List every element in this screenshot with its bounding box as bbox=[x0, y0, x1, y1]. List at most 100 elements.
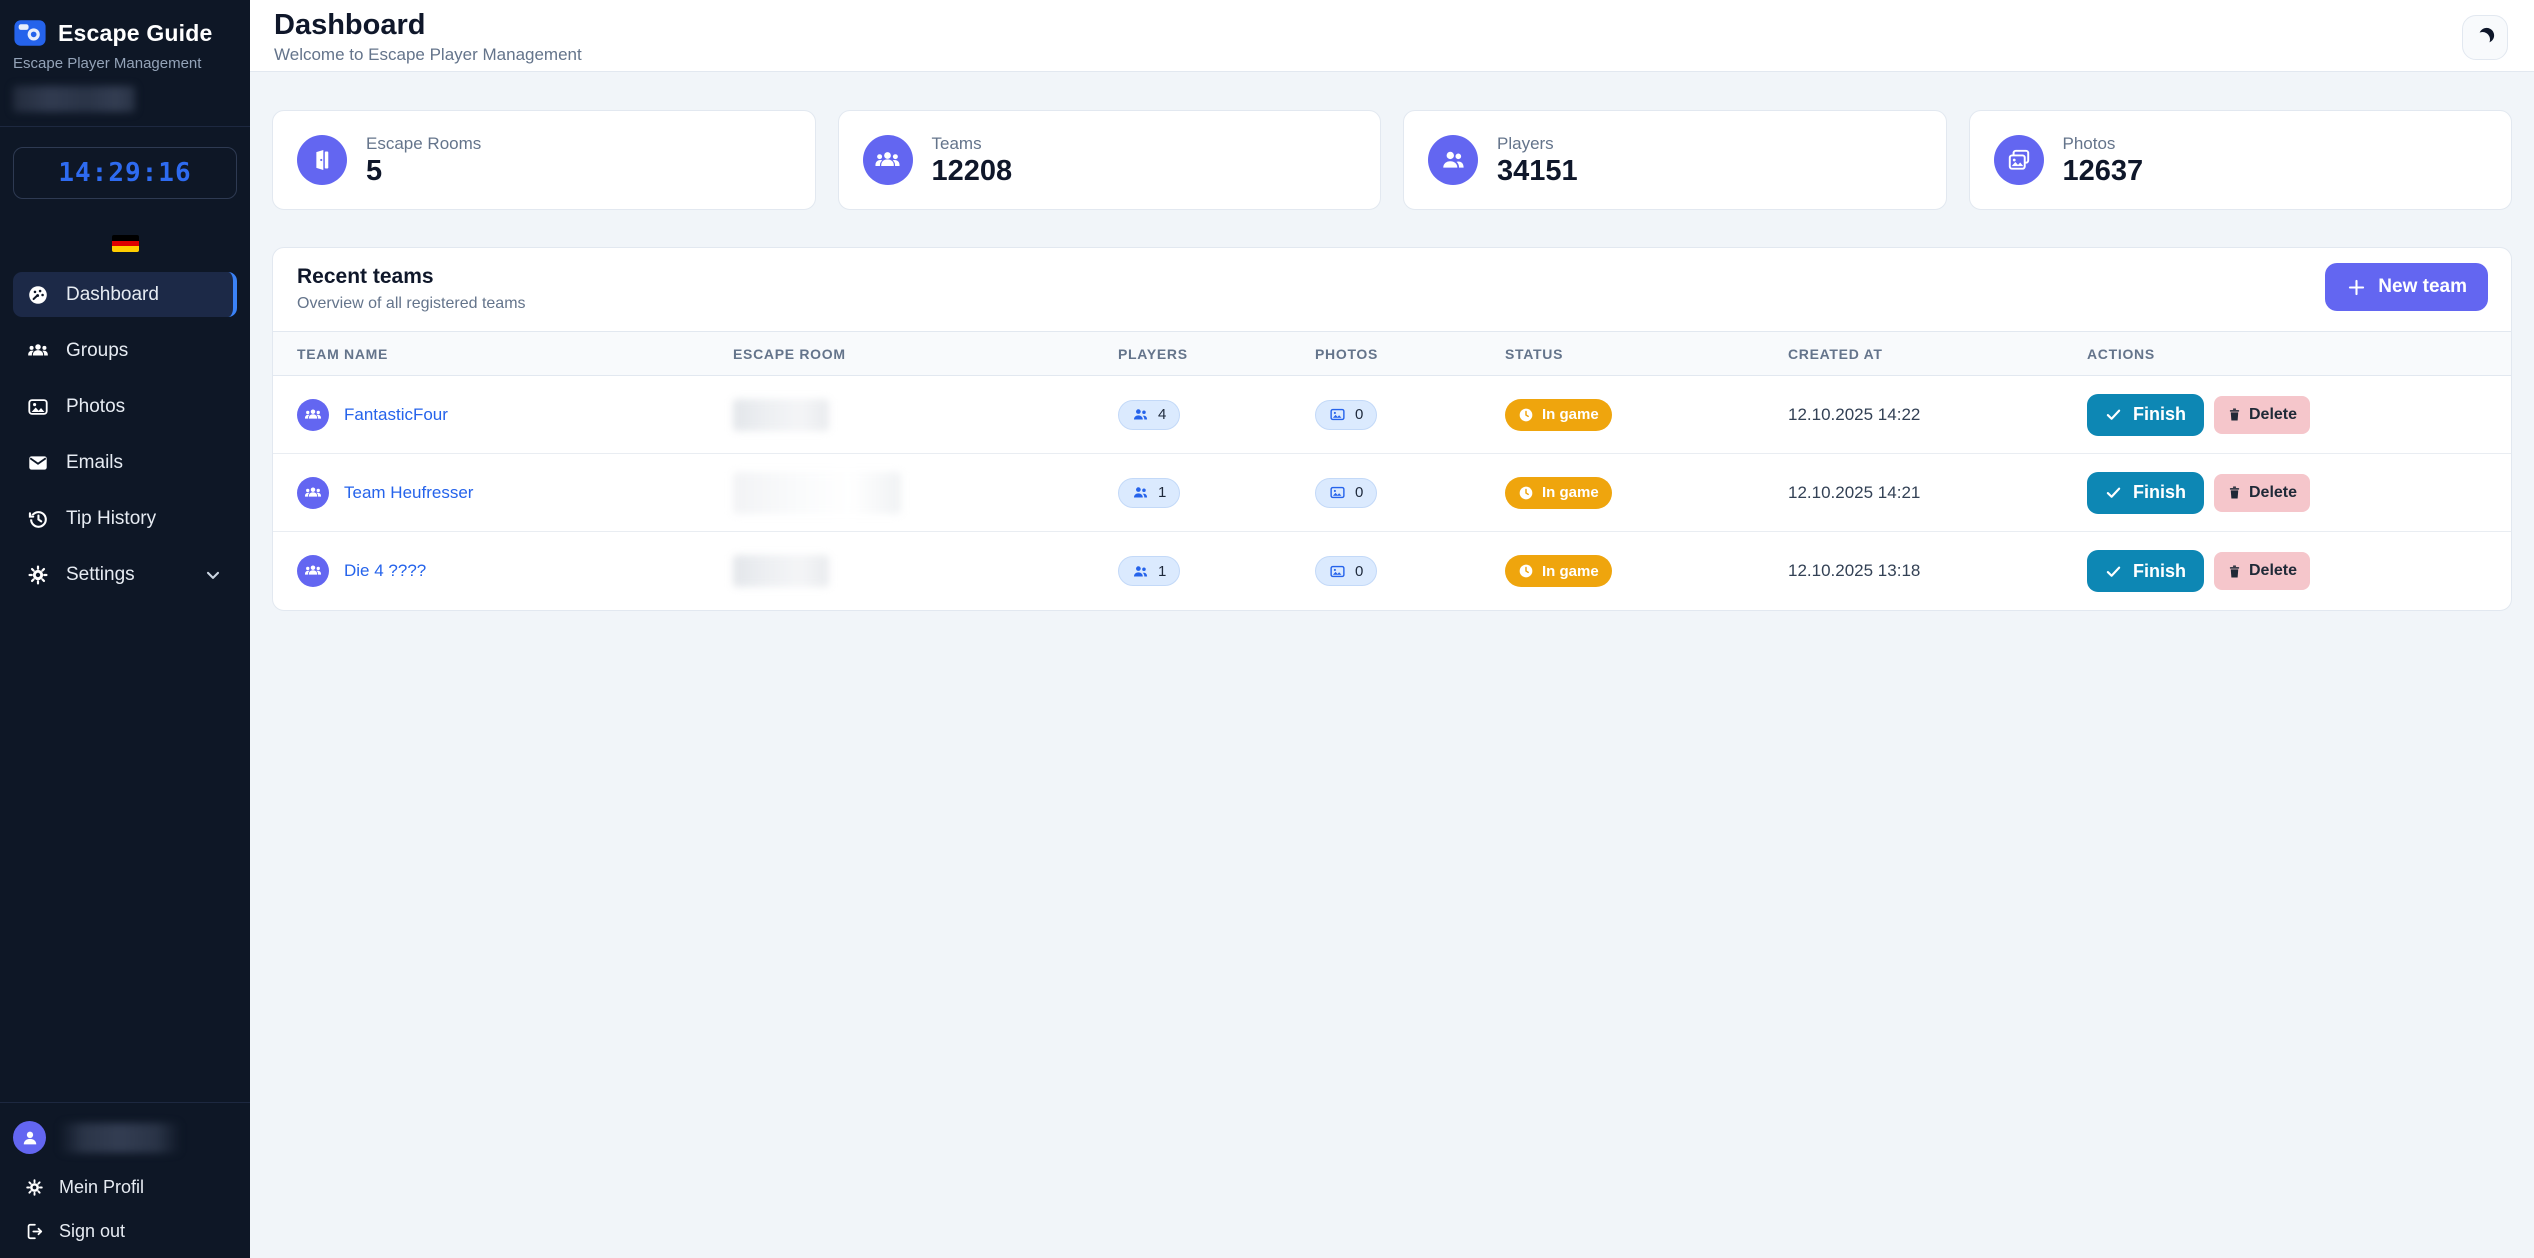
stat-value: 34151 bbox=[1497, 156, 1578, 186]
status-label: In game bbox=[1542, 406, 1599, 423]
sidebar-item-label: Tip History bbox=[66, 508, 156, 530]
sidebar-item-photos[interactable]: Photos bbox=[13, 384, 237, 429]
sidebar-item-emails[interactable]: Emails bbox=[13, 440, 237, 485]
photos-count: 0 bbox=[1355, 484, 1363, 501]
stat-label: Players bbox=[1497, 134, 1578, 154]
clock-icon bbox=[1518, 485, 1534, 501]
players-count: 1 bbox=[1158, 563, 1166, 580]
email-icon bbox=[27, 452, 49, 474]
history-icon bbox=[27, 508, 49, 530]
finish-button-label: Finish bbox=[2133, 561, 2186, 582]
delete-button[interactable]: Delete bbox=[2214, 474, 2310, 512]
stat-card-teams: Teams 12208 bbox=[838, 110, 1382, 210]
signout-icon bbox=[25, 1222, 44, 1241]
team-name-link[interactable]: Die 4 ???? bbox=[344, 561, 426, 581]
sidebar: Escape Guide Escape Player Management 14… bbox=[0, 0, 250, 1258]
chevron-down-icon bbox=[203, 565, 223, 585]
groups-icon bbox=[27, 340, 49, 362]
user-avatar bbox=[13, 1121, 46, 1154]
profile-link-label: Mein Profil bbox=[59, 1177, 144, 1198]
app-tagline: Escape Player Management bbox=[13, 55, 237, 72]
recent-teams-card: Recent teams Overview of all registered … bbox=[272, 247, 2512, 611]
trash-icon bbox=[2227, 564, 2242, 579]
stat-label: Photos bbox=[2063, 134, 2144, 154]
plus-icon bbox=[2346, 277, 2367, 298]
created-at: 12.10.2025 14:21 bbox=[1788, 483, 1920, 503]
status-label: In game bbox=[1542, 563, 1599, 580]
stat-card-photos: Photos 12637 bbox=[1969, 110, 2513, 210]
signout-link-label: Sign out bbox=[59, 1221, 125, 1242]
section-subtitle: Overview of all registered teams bbox=[297, 295, 2487, 313]
clock-icon bbox=[1518, 563, 1534, 579]
finish-button[interactable]: Finish bbox=[2087, 550, 2204, 592]
dark-mode-toggle-button[interactable] bbox=[2462, 15, 2508, 60]
gear-icon bbox=[25, 1178, 44, 1197]
new-team-button[interactable]: New team bbox=[2325, 263, 2488, 311]
sidebar-item-label: Groups bbox=[66, 340, 128, 362]
redacted-escape-room bbox=[733, 399, 829, 431]
finish-button-label: Finish bbox=[2133, 482, 2186, 503]
photo-icon bbox=[1329, 563, 1346, 580]
team-avatar-icon bbox=[297, 477, 329, 509]
sidebar-item-label: Photos bbox=[66, 396, 125, 418]
photos-count: 0 bbox=[1355, 406, 1363, 423]
col-actions: ACTIONS bbox=[2063, 346, 2511, 362]
german-flag-language-switch[interactable] bbox=[112, 235, 139, 252]
trash-icon bbox=[2227, 485, 2242, 500]
redacted-escape-room bbox=[733, 555, 829, 587]
stat-label: Escape Rooms bbox=[366, 134, 481, 154]
check-icon bbox=[2105, 484, 2122, 501]
players-count-badge: 1 bbox=[1118, 478, 1180, 508]
team-avatar-icon bbox=[297, 399, 329, 431]
finish-button[interactable]: Finish bbox=[2087, 394, 2204, 436]
signout-link[interactable]: Sign out bbox=[13, 1221, 237, 1242]
players-count-badge: 4 bbox=[1118, 400, 1180, 430]
content-area: Escape Rooms 5 Teams 12208 bbox=[250, 72, 2534, 611]
team-name-link[interactable]: Team Heufresser bbox=[344, 483, 473, 503]
table-row: FantasticFour 4 0 bbox=[273, 376, 2511, 454]
trash-icon bbox=[2227, 407, 2242, 422]
gear-icon bbox=[27, 564, 49, 586]
sidebar-nav: Dashboard Groups Photos Emails bbox=[0, 272, 250, 597]
players-count: 4 bbox=[1158, 406, 1166, 423]
photos-icon bbox=[27, 396, 49, 418]
clock-icon bbox=[1518, 407, 1534, 423]
sidebar-footer: Mein Profil Sign out bbox=[0, 1102, 250, 1258]
sidebar-item-groups[interactable]: Groups bbox=[13, 328, 237, 373]
players-count-badge: 1 bbox=[1118, 556, 1180, 586]
col-photos: PHOTOS bbox=[1291, 346, 1481, 362]
players-icon bbox=[1132, 563, 1149, 580]
finish-button[interactable]: Finish bbox=[2087, 472, 2204, 514]
redacted-username bbox=[59, 1123, 181, 1153]
new-team-button-label: New team bbox=[2378, 276, 2467, 298]
status-badge: In game bbox=[1505, 477, 1612, 509]
stat-card-escape-rooms: Escape Rooms 5 bbox=[272, 110, 816, 210]
moon-icon bbox=[2473, 30, 2491, 48]
photos-count-badge: 0 bbox=[1315, 478, 1377, 508]
sidebar-item-dashboard[interactable]: Dashboard bbox=[13, 272, 237, 317]
finish-button-label: Finish bbox=[2133, 404, 2186, 425]
main-area: Dashboard Welcome to Escape Player Manag… bbox=[250, 0, 2534, 1258]
table-row: Team Heufresser 1 0 bbox=[273, 454, 2511, 532]
status-badge: In game bbox=[1505, 399, 1612, 431]
sidebar-item-settings[interactable]: Settings bbox=[13, 552, 237, 597]
sidebar-item-label: Dashboard bbox=[66, 284, 159, 306]
col-created-at: CREATED AT bbox=[1764, 346, 2063, 362]
delete-button[interactable]: Delete bbox=[2214, 552, 2310, 590]
door-icon bbox=[297, 135, 347, 185]
created-at: 12.10.2025 14:22 bbox=[1788, 405, 1920, 425]
recent-teams-header: Recent teams Overview of all registered … bbox=[273, 248, 2511, 331]
delete-button[interactable]: Delete bbox=[2214, 396, 2310, 434]
redacted-escape-room bbox=[733, 472, 901, 514]
section-title: Recent teams bbox=[297, 265, 2487, 289]
sidebar-item-label: Settings bbox=[66, 564, 135, 586]
stat-value: 12208 bbox=[932, 156, 1013, 186]
app-logo-camera-icon bbox=[13, 16, 47, 50]
players-icon bbox=[1132, 484, 1149, 501]
check-icon bbox=[2105, 563, 2122, 580]
team-name-link[interactable]: FantasticFour bbox=[344, 405, 448, 425]
sidebar-item-tip-history[interactable]: Tip History bbox=[13, 496, 237, 541]
col-team-name: TEAM NAME bbox=[273, 346, 709, 362]
sidebar-item-label: Emails bbox=[66, 452, 123, 474]
profile-link[interactable]: Mein Profil bbox=[13, 1177, 237, 1198]
